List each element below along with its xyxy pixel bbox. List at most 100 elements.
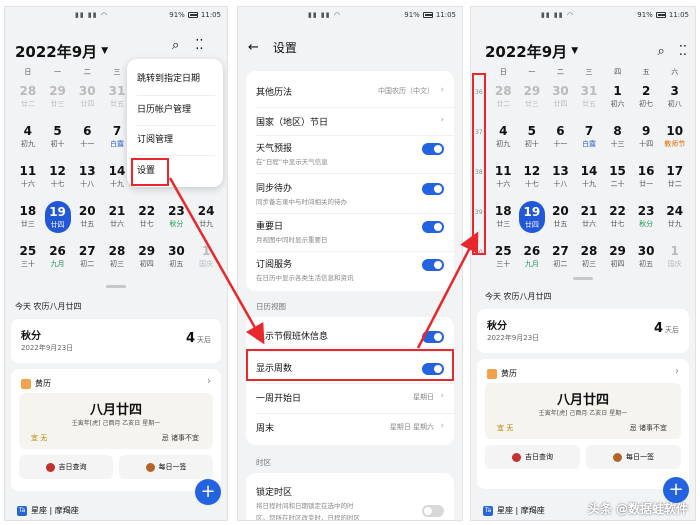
day-cell[interactable]: 5 初十 (43, 119, 73, 159)
day-cell[interactable]: 20 廿五 (546, 199, 575, 239)
day-cell[interactable]: 5 初十 (518, 119, 547, 159)
menu-item-accounts[interactable]: 日历帐户管理 (137, 102, 191, 115)
setting-weekend[interactable]: 周末 星期日 星期六 › (256, 421, 444, 434)
day-cell[interactable]: 15 二十 (603, 159, 632, 199)
day-cell[interactable]: 11 十六 (13, 159, 43, 199)
constellation-row[interactable]: Ta 星座 | 摩羯座 (483, 505, 545, 516)
event-card[interactable]: 秋分 2022年9月23日 4 天后 (11, 319, 221, 363)
day-cell[interactable]: 13 十八 (72, 159, 102, 199)
day-cell[interactable]: 29 初四 (603, 239, 632, 279)
day-cell[interactable]: 31 廿五 (575, 79, 604, 119)
day-cell[interactable]: 30 初五 (632, 239, 661, 279)
day-cell[interactable]: 18 廿三 (13, 199, 43, 239)
month-title[interactable]: 2022年9月 (15, 41, 97, 62)
search-icon[interactable]: ⌕ (657, 44, 664, 59)
day-cell[interactable]: 29 廿三 (43, 79, 73, 119)
day-cell[interactable]: 1 国庆 (660, 239, 689, 279)
day-cell[interactable]: 29 廿三 (518, 79, 547, 119)
day-cell[interactable]: 28 初三 (102, 239, 132, 279)
lucky-day-button[interactable]: 吉日查询 (19, 455, 113, 479)
day-cell[interactable]: 30 廿四 (72, 79, 102, 119)
daily-draw-button[interactable]: 每日一签 (586, 445, 681, 469)
important-toggle[interactable] (422, 221, 444, 233)
day-cell[interactable]: 25 三十 (13, 239, 43, 279)
day-cell[interactable]: 26 九月 (518, 239, 547, 279)
lock-timezone-toggle[interactable] (422, 505, 444, 517)
day-cell[interactable]: 28 廿二 (489, 79, 518, 119)
day-cell[interactable]: 23 秋分 (632, 199, 661, 239)
add-event-button[interactable]: + (195, 479, 221, 505)
setting-week-start[interactable]: 一周开始日 星期日 › (256, 391, 444, 404)
day-cell[interactable]: 4 初九 (13, 119, 43, 159)
day-cell[interactable]: 6 十一 (546, 119, 575, 159)
day-cell[interactable]: 10 教师节 (660, 119, 689, 159)
lucky-day-button[interactable]: 吉日查询 (485, 445, 580, 469)
day-cell[interactable]: 4 初九 (489, 119, 518, 159)
day-cell[interactable]: 24 廿九 (660, 199, 689, 239)
setting-other-calendar[interactable]: 其他历法 中国农历（中文） › (256, 85, 444, 98)
day-cell[interactable]: 12 十七 (518, 159, 547, 199)
chevron-down-icon[interactable]: ▼ (571, 46, 578, 56)
day-cell[interactable]: 29 初四 (132, 239, 162, 279)
day-cell[interactable]: 9 十四 (632, 119, 661, 159)
day-cell[interactable]: 27 初二 (72, 239, 102, 279)
day-cell[interactable]: 1 国庆 (191, 239, 221, 279)
rest-info-toggle[interactable] (422, 331, 444, 343)
more-icon[interactable]: ⁚⁚ (195, 38, 203, 53)
day-cell[interactable]: 30 廿四 (546, 79, 575, 119)
month-title[interactable]: 2022年9月 (485, 41, 567, 62)
day-cell[interactable]: 25 三十 (489, 239, 518, 279)
day-cell[interactable]: 18 廿三 (489, 199, 518, 239)
day-cell[interactable]: 28 廿二 (13, 79, 43, 119)
weather-toggle[interactable] (422, 143, 444, 155)
almanac-card[interactable]: 黄历 › 八月廿四 壬寅年[虎] 己酉月 乙亥日 星期一 宜 无 忌 诸事不宜 … (11, 369, 221, 491)
day-cell-today[interactable]: 19 廿四 (43, 199, 73, 239)
day-cell[interactable]: 21 廿六 (575, 199, 604, 239)
day-cell[interactable]: 26 九月 (43, 239, 73, 279)
subscription-toggle[interactable] (422, 259, 444, 271)
more-icon[interactable]: ⁚⁚ (679, 44, 687, 59)
day-cell[interactable]: 24 廿九 (191, 199, 221, 239)
day-cell[interactable]: 3 初八 (660, 79, 689, 119)
day-cell[interactable]: 1 初六 (603, 79, 632, 119)
highlight-week-column (472, 73, 486, 255)
setting-holidays[interactable]: 国家（地区）节日 › (256, 115, 444, 128)
daily-draw-button[interactable]: 每日一签 (119, 455, 213, 479)
day-number: 22 (138, 204, 156, 218)
day-cell[interactable]: 20 廿五 (72, 199, 102, 239)
chevron-down-icon[interactable]: ▼ (101, 46, 108, 56)
day-cell[interactable]: 7 白露 (575, 119, 604, 159)
day-cell-today[interactable]: 19 廿四 (518, 199, 547, 239)
clock: 11:05 (668, 11, 689, 19)
day-cell[interactable]: 28 初三 (575, 239, 604, 279)
day-number: 5 (527, 124, 537, 138)
day-cell[interactable]: 27 初二 (546, 239, 575, 279)
day-cell[interactable]: 22 廿七 (132, 199, 162, 239)
constellation-row[interactable]: Ta 星座 | 摩羯座 (17, 505, 79, 516)
day-cell[interactable]: 21 廿六 (102, 199, 132, 239)
menu-item-goto-date[interactable]: 跳转到指定日期 (137, 71, 200, 84)
day-cell[interactable]: 8 十三 (603, 119, 632, 159)
todo-toggle[interactable] (422, 183, 444, 195)
back-arrow-icon[interactable]: ← (248, 40, 259, 55)
day-cell[interactable]: 12 十七 (43, 159, 73, 199)
day-cell[interactable]: 17 廿二 (660, 159, 689, 199)
day-cell[interactable]: 30 初五 (162, 239, 192, 279)
day-cell[interactable]: 2 初七 (632, 79, 661, 119)
drag-handle[interactable] (573, 277, 593, 280)
almanac-card[interactable]: 黄历 › 八月廿四 壬寅年[虎] 己酉月 乙亥日 星期一 宜 无 忌 诸事不宜 … (477, 359, 689, 489)
drag-handle[interactable] (106, 285, 126, 288)
day-cell[interactable]: 14 十九 (575, 159, 604, 199)
day-cell[interactable]: 22 廿七 (603, 199, 632, 239)
day-cell[interactable]: 23 秋分 (162, 199, 192, 239)
lunar-date: 初十 (524, 140, 539, 148)
chevron-right-icon[interactable]: › (675, 366, 679, 377)
event-card[interactable]: 秋分 2022年9月23日 4 天后 (477, 309, 689, 353)
day-cell[interactable]: 6 十一 (72, 119, 102, 159)
menu-item-subscriptions[interactable]: 订阅管理 (137, 132, 173, 145)
chevron-right-icon[interactable]: › (207, 376, 211, 387)
day-cell[interactable]: 13 十八 (546, 159, 575, 199)
day-cell[interactable]: 11 十六 (489, 159, 518, 199)
day-cell[interactable]: 16 廿一 (632, 159, 661, 199)
search-icon[interactable]: ⌕ (172, 38, 179, 53)
